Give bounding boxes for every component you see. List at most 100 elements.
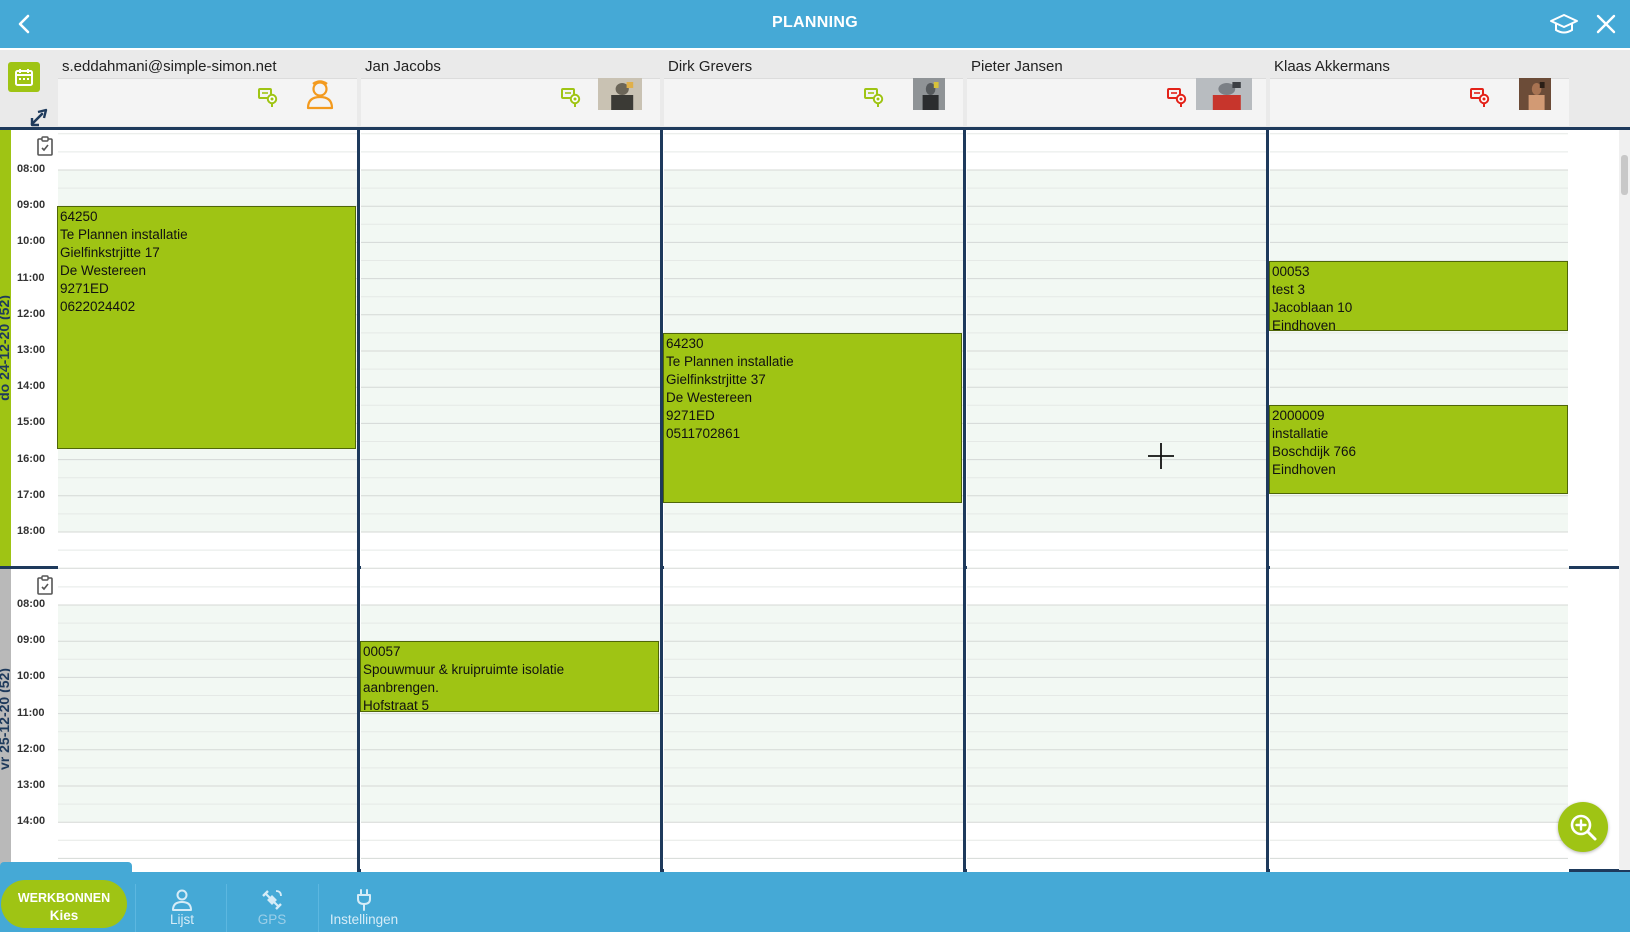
person-icon [172, 889, 192, 911]
grid-lines [361, 569, 660, 872]
employee-name: Klaas Akkermans [1274, 58, 1390, 75]
zoom-in-icon [1570, 814, 1597, 841]
header-tools [0, 50, 56, 130]
werkbonnen-kies-button[interactable]: WERKBONNEN Kies [1, 880, 127, 928]
calendar-button[interactable] [8, 62, 40, 92]
employee-avatar [304, 78, 336, 110]
employee-avatar [1196, 78, 1252, 110]
column-divider [963, 130, 966, 566]
route-marker-icon [561, 88, 581, 107]
column-divider [357, 569, 360, 869]
grid-lines [1270, 569, 1569, 872]
back-button[interactable] [2, 0, 46, 48]
appointment-line: 2000009 [1272, 408, 1325, 424]
time-label: 09:00 [17, 199, 46, 212]
grid-lines [664, 569, 963, 872]
appointment-line: 64230 [666, 335, 704, 351]
employee-name: Dirk Grevers [668, 58, 753, 75]
time-label: 13:00 [17, 344, 46, 356]
column-divider [963, 569, 966, 869]
employee-column-header[interactable]: s.eddahmani@simple-simon.net [56, 50, 359, 130]
time-label: 11:00 [17, 706, 45, 719]
schedule-column[interactable] [1268, 569, 1571, 872]
tutorial-button[interactable] [1542, 0, 1586, 48]
time-label: 12:00 [17, 742, 46, 755]
swap-button[interactable] [28, 106, 52, 128]
time-label: 12:00 [17, 307, 46, 320]
appointment-card[interactable]: 64250 Te Plannen installatie Gielfinkstrji… [57, 206, 356, 449]
appointment-line: 00057 [363, 644, 401, 660]
time-label: 17:00 [17, 488, 46, 501]
route-button[interactable] [560, 86, 582, 108]
schedule-grid [361, 130, 660, 569]
schedule-column[interactable] [56, 569, 359, 872]
nav-lijst[interactable]: Lijst [136, 876, 228, 932]
employee-column-header[interactable]: Klaas Akkermans [1268, 50, 1571, 130]
employee-column-header[interactable]: Jan Jacobs [359, 50, 662, 130]
schedule-column[interactable] [359, 130, 662, 569]
route-marker-icon [864, 88, 884, 107]
time-label: 08:00 [17, 163, 46, 175]
nav-gps[interactable]: GPS [226, 876, 318, 932]
time-axis: 08:00 09:00 10:00 11:00 12:00 13:00 14:00 [11, 569, 56, 869]
close-icon [1596, 14, 1616, 34]
day-label: vr 25-12-20 (52) [0, 569, 10, 869]
day-label-text: do 24-12-20 (52) [0, 295, 10, 401]
time-label: 10:00 [17, 235, 46, 248]
employee-column-header[interactable]: Pieter Jansen [965, 50, 1268, 130]
employee-avatar [598, 78, 642, 110]
time-label: 14:00 [17, 380, 46, 393]
column-divider [1266, 130, 1269, 566]
nav-lijst-label: Lijst [169, 912, 194, 927]
appointment-line: 9271ED [60, 281, 109, 297]
zoom-button[interactable] [1558, 802, 1608, 852]
appointment-card[interactable]: 2000009 installatie Boschdijk 766 Eindhoven [1269, 405, 1568, 494]
schedule-grid [58, 569, 357, 872]
route-button[interactable] [257, 86, 279, 108]
scrollbar-thumb[interactable] [1621, 155, 1628, 195]
appointment-line: 0511702861 [666, 425, 741, 441]
clipboard-check-icon [37, 136, 53, 156]
column-divider [1266, 569, 1269, 869]
appointment-line: 0622024402 [60, 299, 136, 315]
appointment-card[interactable]: 64230 Te Plannen installatie Gielfinkstrji… [663, 332, 962, 504]
person-outline-icon [306, 80, 334, 110]
route-button[interactable] [1166, 86, 1188, 108]
close-button[interactable] [1584, 0, 1628, 48]
crosshair-cursor-icon [1148, 443, 1174, 469]
clipboard-check-icon [37, 575, 53, 595]
schedule-column[interactable] [965, 130, 1268, 569]
schedule-grid [1270, 130, 1569, 569]
appointment-card[interactable]: 00053 test 3 Jacoblaan 10 Eindhoven [1269, 260, 1568, 332]
appointment-card[interactable]: 00057 Spouwmuur & kruipruimte isolatie aan… [360, 641, 659, 712]
vertical-scrollbar[interactable] [1619, 130, 1630, 870]
page-title: PLANNING [772, 14, 858, 31]
route-button[interactable] [863, 86, 885, 108]
grid-lines [1270, 130, 1569, 569]
schedule-column[interactable] [1268, 130, 1571, 569]
satellite-icon [262, 890, 282, 910]
route-button[interactable] [1469, 86, 1491, 108]
appointment-line: 64250 [60, 209, 98, 225]
schedule-column[interactable] [662, 569, 965, 872]
appointment-line: Eindhoven [1272, 462, 1336, 478]
schedule-column[interactable] [965, 569, 1268, 872]
schedule-grid [967, 130, 1266, 569]
employee-header: s.eddahmani@simple-simon.net Jan Jacobs Di… [0, 50, 1630, 130]
schedule-column[interactable] [359, 569, 662, 872]
planning-app: PLANNING s.eddahmani@simple-simon.net Jan… [0, 0, 1630, 932]
day-checklist-button[interactable] [36, 136, 54, 156]
employee-photo [1196, 78, 1252, 110]
appointment-line: Gielfinkstrjitte 17 [60, 245, 160, 261]
time-label: 10:00 [17, 670, 46, 683]
nav-instellingen[interactable]: Instellingen [318, 876, 410, 932]
appointment-line: Te Plannen installatie [666, 353, 794, 369]
schedule-grid [1270, 569, 1569, 872]
schedule-grid [664, 569, 963, 872]
day-section: vr 25-12-20 (52) 08:00 09:00 10:00 11:00 12:0… [0, 569, 1630, 872]
calendar-icon [15, 69, 33, 86]
top-bar: PLANNING [0, 0, 1630, 48]
route-marker-icon [258, 88, 278, 107]
day-checklist-button[interactable] [36, 575, 54, 595]
employee-column-header[interactable]: Dirk Grevers [662, 50, 965, 130]
